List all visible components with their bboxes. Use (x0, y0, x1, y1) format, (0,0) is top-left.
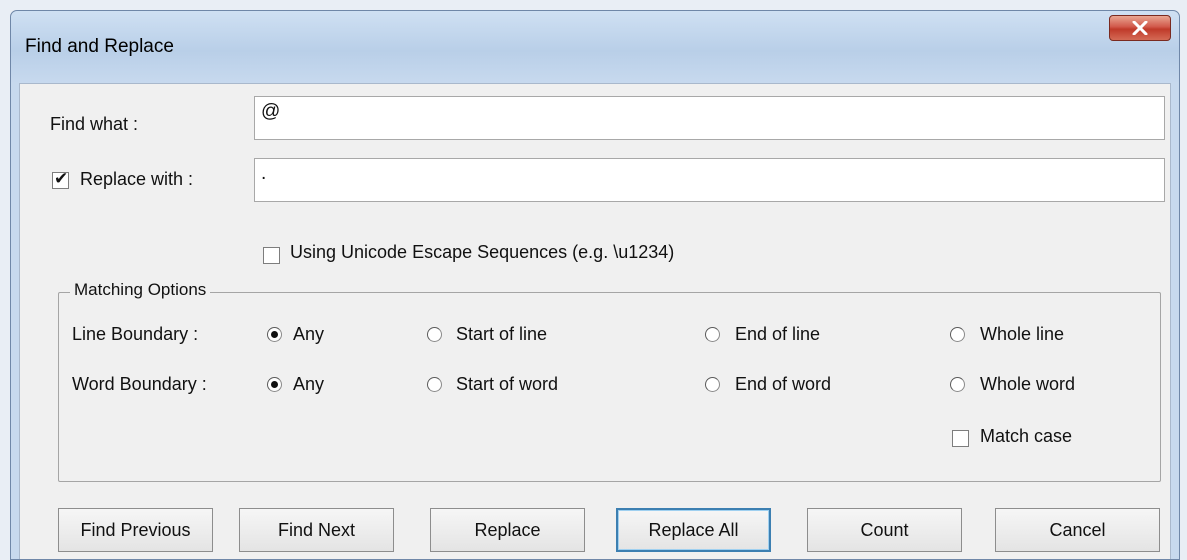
dialog-title: Find and Replace (25, 36, 174, 57)
close-icon (1132, 21, 1148, 35)
find-what-value: @ (261, 101, 281, 122)
line-any-label: Any (293, 324, 325, 344)
line-any-radio[interactable] (267, 327, 282, 342)
match-case-label: Match case (980, 426, 1073, 446)
find-what-label: Find what : (50, 114, 139, 134)
line-whole-label: Whole line (980, 324, 1065, 344)
find-what-input[interactable]: @ (254, 96, 1165, 140)
word-any-radio[interactable] (267, 377, 282, 392)
replace-all-button[interactable]: Replace All (616, 508, 771, 552)
word-start-radio[interactable] (427, 377, 442, 392)
unicode-escape-label: Using Unicode Escape Sequences (e.g. \u1… (290, 242, 675, 262)
line-end-label: End of line (735, 324, 821, 344)
matching-options-title: Matching Options (70, 280, 211, 300)
word-any-label: Any (293, 374, 325, 394)
replace-with-value: . (261, 163, 267, 184)
cancel-button[interactable]: Cancel (995, 508, 1160, 552)
find-replace-dialog: Find and Replace Find what : @ ✔ Replace… (10, 10, 1180, 560)
checkmark-icon: ✔ (54, 169, 69, 188)
line-boundary-label: Line Boundary : (72, 324, 199, 344)
line-start-label: Start of line (456, 324, 548, 344)
replace-with-label: Replace with : (80, 169, 194, 189)
word-end-label: End of word (735, 374, 832, 394)
line-whole-radio[interactable] (950, 327, 965, 342)
replace-button[interactable]: Replace (430, 508, 585, 552)
word-start-label: Start of word (456, 374, 559, 394)
replace-with-input[interactable]: . (254, 158, 1165, 202)
close-button[interactable] (1109, 15, 1171, 41)
line-start-radio[interactable] (427, 327, 442, 342)
line-end-radio[interactable] (705, 327, 720, 342)
title-bar: Find and Replace (11, 11, 1179, 81)
find-next-button[interactable]: Find Next (239, 508, 394, 552)
word-boundary-label: Word Boundary : (72, 374, 207, 394)
unicode-escape-checkbox[interactable] (263, 247, 280, 264)
word-end-radio[interactable] (705, 377, 720, 392)
word-whole-radio[interactable] (950, 377, 965, 392)
find-previous-button[interactable]: Find Previous (58, 508, 213, 552)
replace-with-checkbox[interactable]: ✔ (52, 169, 69, 189)
word-whole-label: Whole word (980, 374, 1076, 394)
dialog-body: Find what : @ ✔ Replace with : . Using U… (19, 83, 1171, 559)
match-case-checkbox[interactable] (952, 430, 969, 447)
count-button[interactable]: Count (807, 508, 962, 552)
